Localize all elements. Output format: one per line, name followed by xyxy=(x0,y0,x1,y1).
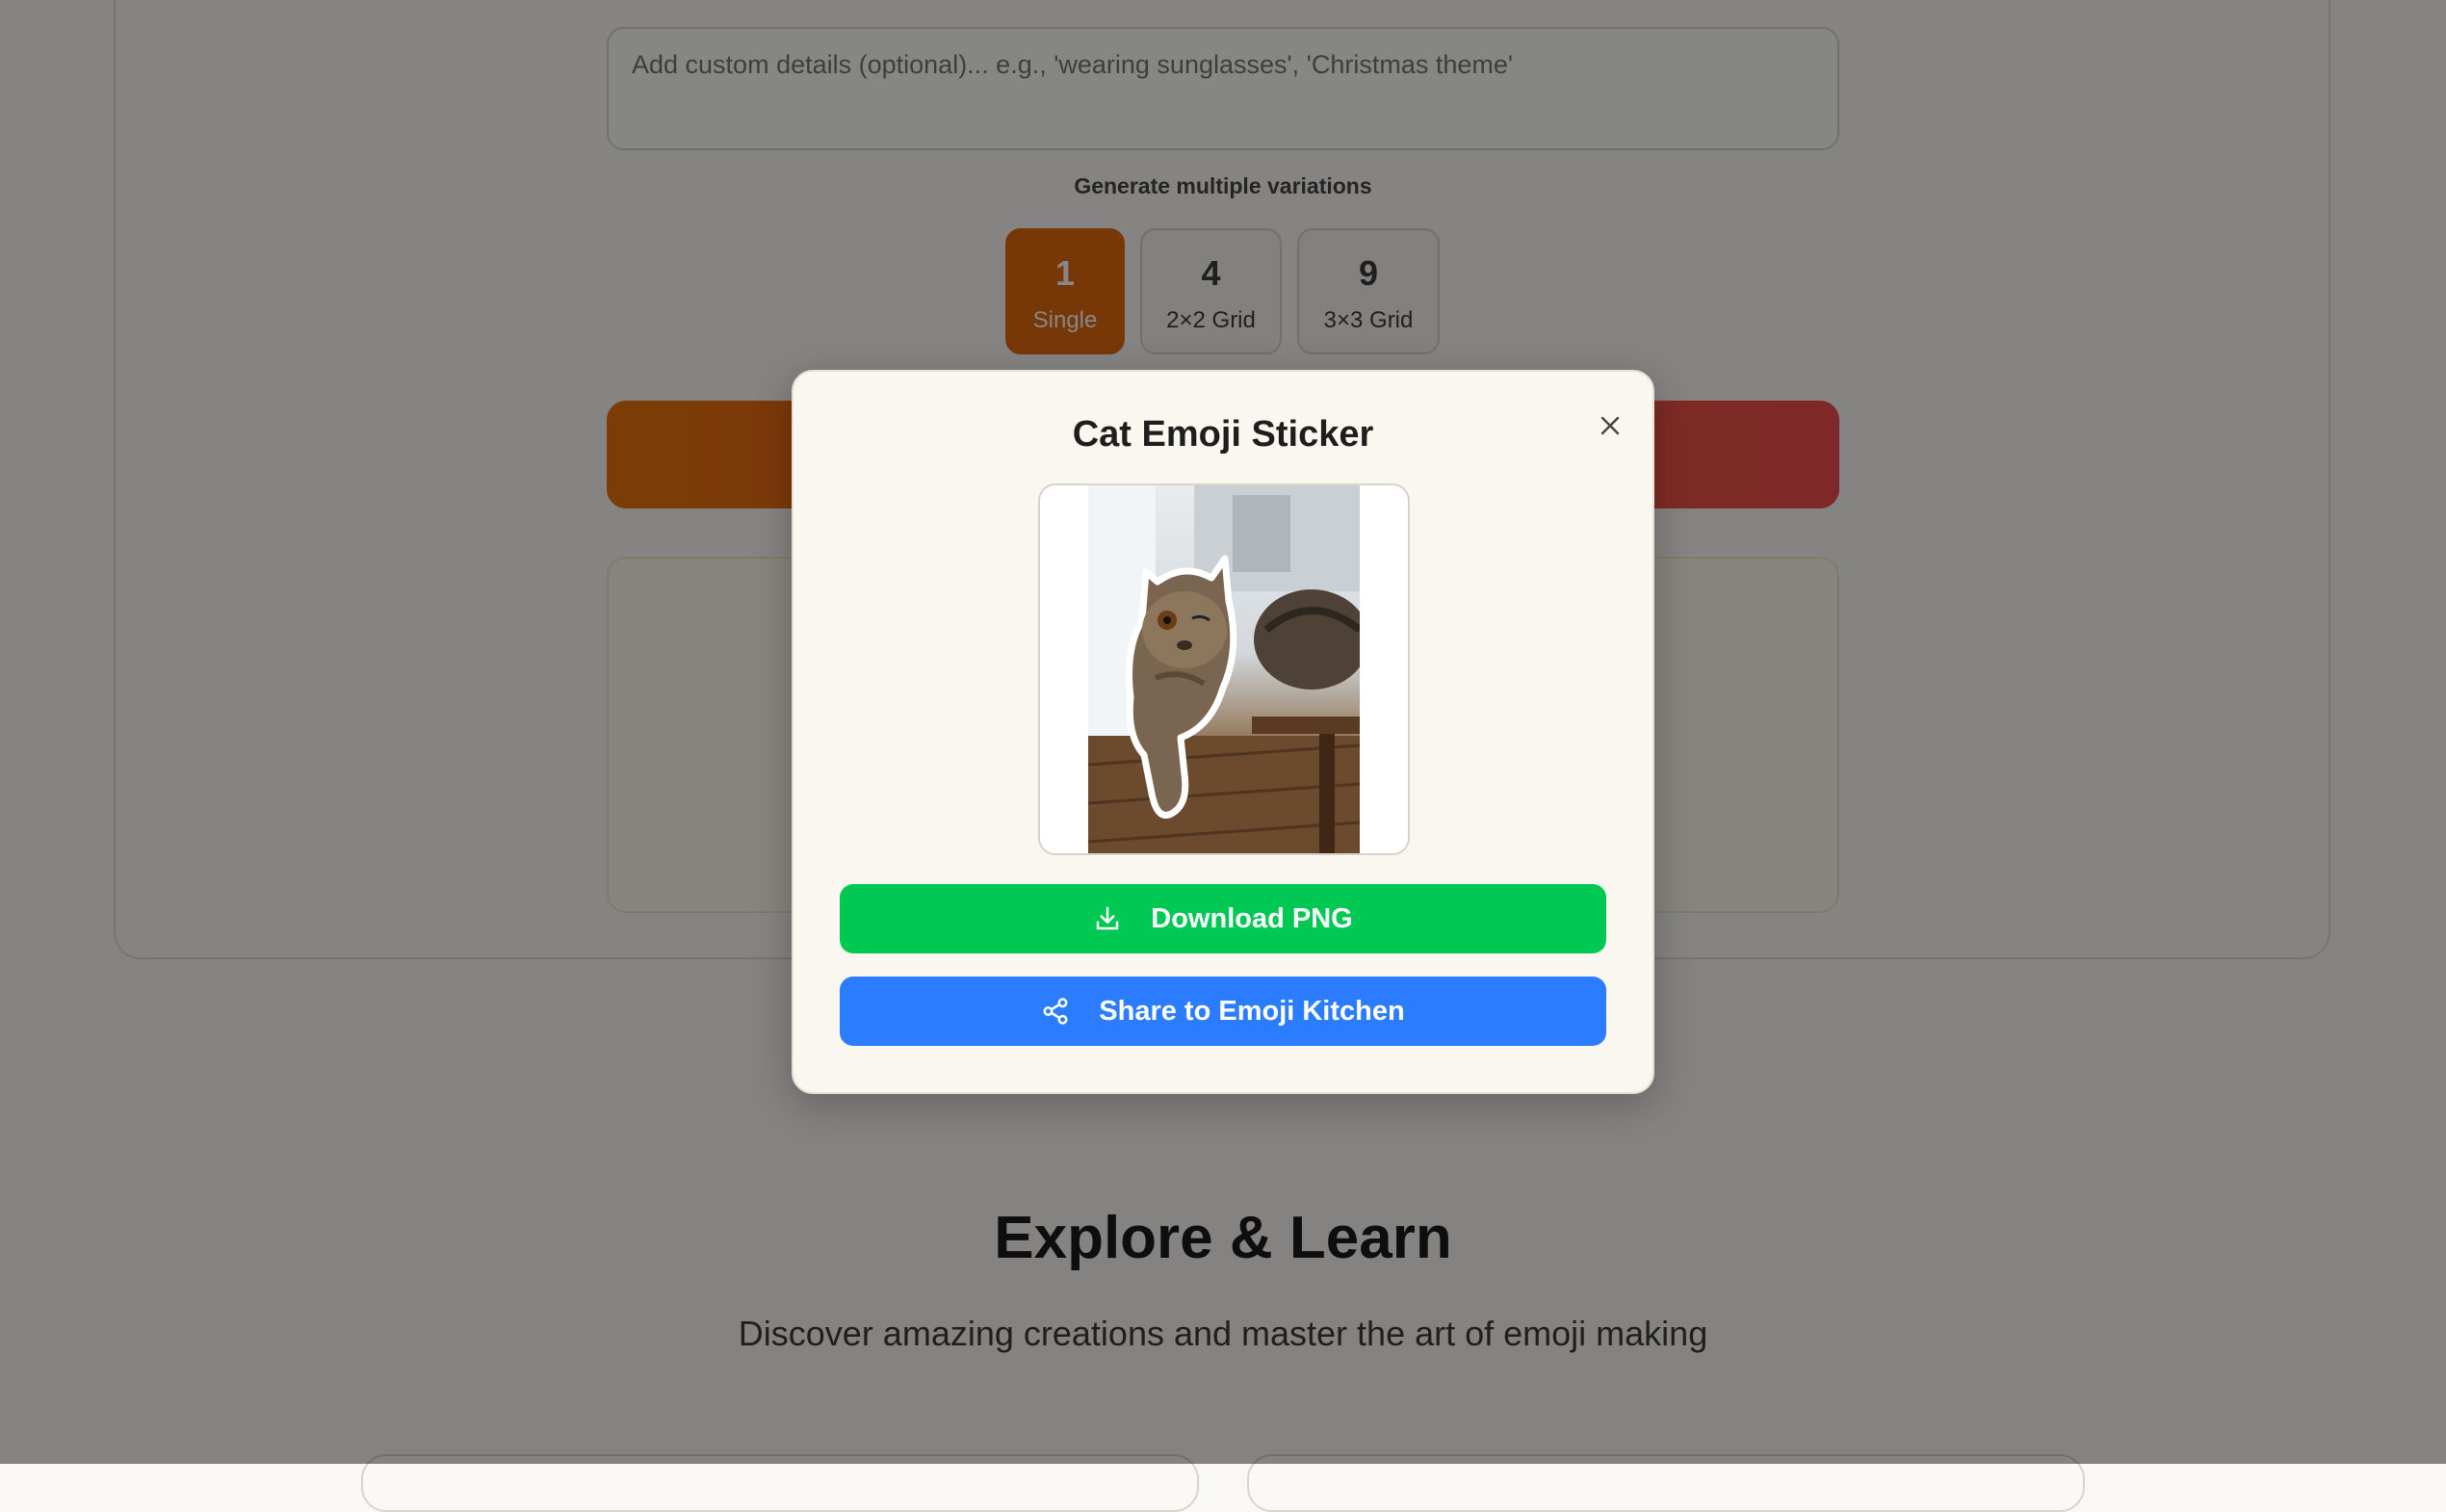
close-icon xyxy=(1600,416,1620,435)
share-icon xyxy=(1043,998,1068,1025)
download-icon xyxy=(1097,906,1119,930)
share-emoji-kitchen-button[interactable]: Share to Emoji Kitchen xyxy=(840,977,1606,1046)
sticker-modal: Cat Emoji Sticker Download PNG Share to … xyxy=(792,370,1654,1094)
download-png-button[interactable]: Download PNG xyxy=(840,884,1606,953)
page: Generate multiple variations 1 Single 4 … xyxy=(0,0,2446,1512)
sticker-preview xyxy=(1038,483,1410,855)
sticker-image xyxy=(1088,485,1360,853)
download-label: Download PNG xyxy=(1151,902,1353,934)
share-label: Share to Emoji Kitchen xyxy=(1099,995,1405,1027)
modal-title: Cat Emoji Sticker xyxy=(1072,414,1374,455)
close-button[interactable] xyxy=(1589,404,1631,447)
